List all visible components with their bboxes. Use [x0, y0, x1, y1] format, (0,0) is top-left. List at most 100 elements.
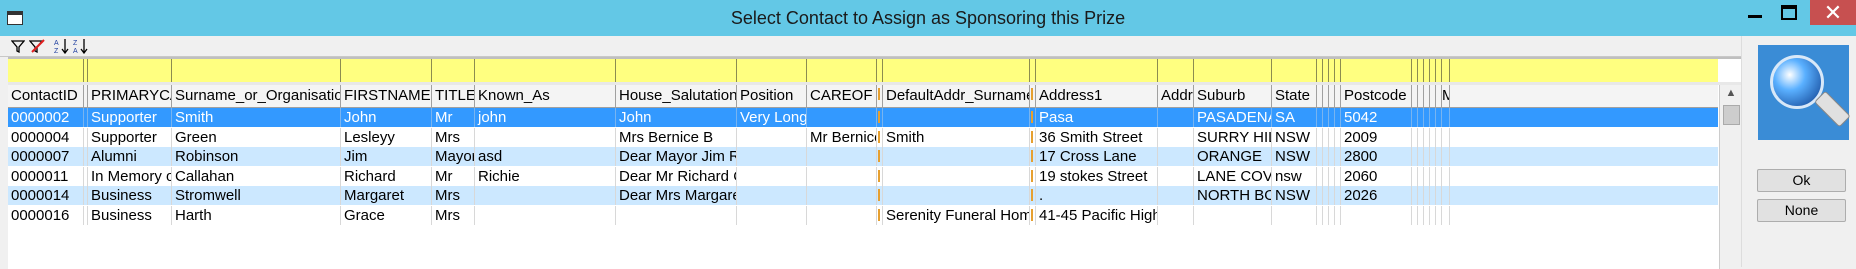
table-cell[interactable]: [475, 186, 616, 205]
table-cell[interactable]: 0000016: [8, 205, 84, 225]
table-cell[interactable]: Mayor: [432, 147, 475, 166]
table-row[interactable]: 0000016 Business Harth Grace Mrs Serenity Fun…: [8, 205, 1718, 225]
table-cell[interactable]: 0000011: [8, 166, 84, 186]
table-cell[interactable]: john: [475, 108, 616, 127]
table-cell[interactable]: [1158, 108, 1194, 127]
table-cell[interactable]: 2060: [1341, 166, 1412, 186]
table-cell[interactable]: Harth: [172, 205, 341, 225]
table-row[interactable]: 0000004 Supporter Green Lesleyy Mrs Mrs Berni…: [8, 127, 1718, 147]
filter-cell[interactable]: [172, 59, 341, 82]
table-cell[interactable]: [883, 186, 1030, 205]
column-header[interactable]: Suburb: [1194, 85, 1272, 107]
table-cell[interactable]: [807, 108, 877, 127]
filter-cell[interactable]: [1341, 59, 1412, 82]
table-cell[interactable]: nsw: [1272, 166, 1317, 186]
table-cell[interactable]: [807, 186, 877, 205]
table-cell[interactable]: Business: [88, 186, 172, 205]
table-cell[interactable]: Mrs: [432, 127, 475, 147]
table-row[interactable]: 0000002 Supporter Smith John Mr john John Very …: [8, 108, 1718, 127]
table-cell[interactable]: In Memory of: [88, 166, 172, 186]
table-cell[interactable]: Dear Mrs Margaret: [616, 186, 737, 205]
table-cell[interactable]: Dear Mayor Jim Ro: [616, 147, 737, 166]
table-cell[interactable]: [475, 205, 616, 225]
table-cell[interactable]: [475, 127, 616, 147]
table-cell[interactable]: [737, 186, 807, 205]
table-cell[interactable]: Very Long: [737, 108, 807, 127]
table-cell[interactable]: Green: [172, 127, 341, 147]
table-cell[interactable]: [1442, 147, 1450, 166]
filter-icon[interactable]: [9, 37, 27, 55]
table-cell[interactable]: Supporter: [88, 127, 172, 147]
table-cell[interactable]: SURRY HIL: [1194, 127, 1272, 147]
table-cell[interactable]: .: [1036, 186, 1158, 205]
table-cell[interactable]: Jim: [341, 147, 432, 166]
column-header[interactable]: Position: [737, 85, 807, 107]
column-header[interactable]: CAREOF: [807, 85, 877, 107]
table-row[interactable]: 0000014 Business Stromwell Margaret Mrs Dear …: [8, 186, 1718, 205]
minimize-button[interactable]: [1738, 0, 1772, 25]
sort-descending-icon[interactable]: ZA: [72, 37, 90, 55]
filter-cell[interactable]: [475, 59, 616, 82]
filter-cell[interactable]: [1194, 59, 1272, 82]
table-cell[interactable]: 0000007: [8, 147, 84, 166]
table-cell[interactable]: Lesleyy: [341, 127, 432, 147]
scroll-thumb[interactable]: [1723, 105, 1740, 125]
column-header[interactable]: Address1: [1036, 85, 1158, 107]
table-cell[interactable]: [1158, 186, 1194, 205]
table-cell[interactable]: 17 Cross Lane: [1036, 147, 1158, 166]
table-cell[interactable]: 2009: [1341, 127, 1412, 147]
table-cell[interactable]: Dear Mr Richard C: [616, 166, 737, 186]
column-header[interactable]: State: [1272, 85, 1317, 107]
table-cell[interactable]: Mrs Bernice B: [616, 127, 737, 147]
table-cell[interactable]: [1194, 205, 1272, 225]
column-header[interactable]: M: [1442, 85, 1450, 107]
table-cell[interactable]: 0000002: [8, 108, 84, 127]
table-cell[interactable]: Callahan: [172, 166, 341, 186]
none-button[interactable]: None: [1757, 199, 1846, 222]
table-cell[interactable]: [807, 147, 877, 166]
table-cell[interactable]: [883, 108, 1030, 127]
scroll-up-icon[interactable]: ▲: [1720, 85, 1741, 101]
table-cell[interactable]: [737, 205, 807, 225]
table-cell[interactable]: Mr: [432, 108, 475, 127]
table-cell[interactable]: Supporter: [88, 108, 172, 127]
table-cell[interactable]: 41-45 Pacific Highw: [1036, 205, 1158, 225]
column-header[interactable]: ContactID: [8, 85, 84, 107]
table-cell[interactable]: [1272, 205, 1317, 225]
table-cell[interactable]: Richard: [341, 166, 432, 186]
table-row[interactable]: 0000007 Alumni Robinson Jim Mayor asd Dear May…: [8, 147, 1718, 166]
table-cell[interactable]: Pasa: [1036, 108, 1158, 127]
table-cell[interactable]: [807, 205, 877, 225]
clear-filter-icon[interactable]: [28, 37, 46, 55]
maximize-button[interactable]: [1772, 0, 1806, 25]
column-header[interactable]: Known_As: [475, 85, 616, 107]
table-cell[interactable]: NSW: [1272, 186, 1317, 205]
filter-cell[interactable]: [616, 59, 737, 82]
table-cell[interactable]: Serenity Funeral Home: [883, 205, 1030, 225]
table-cell[interactable]: [883, 147, 1030, 166]
table-cell[interactable]: [1341, 205, 1412, 225]
table-cell[interactable]: 0000004: [8, 127, 84, 147]
table-cell[interactable]: Robinson: [172, 147, 341, 166]
filter-cell[interactable]: [1036, 59, 1158, 82]
table-cell[interactable]: 5042: [1341, 108, 1412, 127]
table-cell[interactable]: [1158, 127, 1194, 147]
table-cell[interactable]: [1158, 205, 1194, 225]
column-header[interactable]: FIRSTNAME: [341, 85, 432, 107]
filter-cell[interactable]: [883, 59, 1030, 82]
table-cell[interactable]: [1442, 127, 1450, 147]
table-cell[interactable]: ORANGE: [1194, 147, 1272, 166]
table-cell[interactable]: Mrs: [432, 205, 475, 225]
table-cell[interactable]: Richie: [475, 166, 616, 186]
close-button[interactable]: ✕: [1810, 0, 1856, 25]
table-cell[interactable]: Mr: [432, 166, 475, 186]
column-header[interactable]: House_Salutation: [616, 85, 737, 107]
table-cell[interactable]: Grace: [341, 205, 432, 225]
sort-ascending-icon[interactable]: AZ: [53, 37, 71, 55]
table-cell[interactable]: SA: [1272, 108, 1317, 127]
table-cell[interactable]: 2026: [1341, 186, 1412, 205]
filter-cell[interactable]: [807, 59, 877, 82]
table-cell[interactable]: [616, 205, 737, 225]
column-header[interactable]: Postcode: [1341, 85, 1412, 107]
table-cell[interactable]: [737, 166, 807, 186]
